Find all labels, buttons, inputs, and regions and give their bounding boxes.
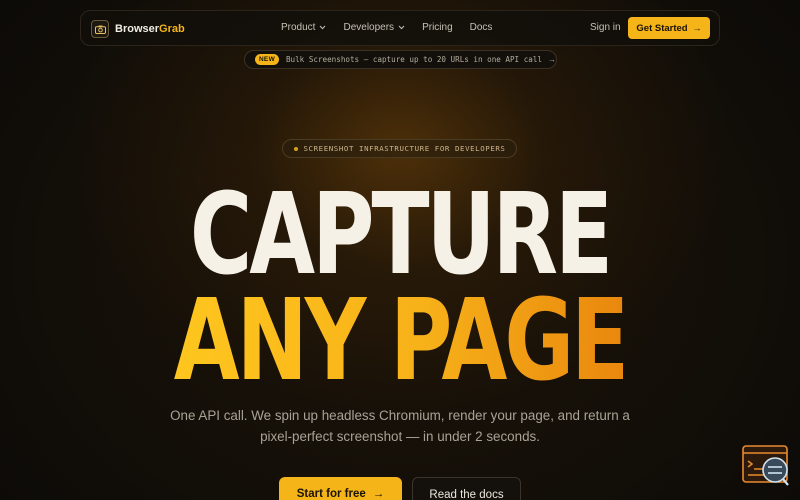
arrow-right-icon: → bbox=[372, 488, 385, 500]
start-for-free-label: Start for free bbox=[296, 488, 366, 500]
chevron-down-icon bbox=[398, 25, 405, 30]
nav-item-product[interactable]: Product bbox=[281, 22, 326, 33]
hero-headline-line2: ANY PAGE bbox=[173, 276, 630, 406]
nav-links: Product Developers Pricing Docs bbox=[281, 22, 492, 33]
chat-support-icon[interactable] bbox=[742, 445, 790, 487]
start-for-free-button[interactable]: Start for free → bbox=[279, 477, 402, 500]
read-the-docs-button[interactable]: Read the docs bbox=[412, 477, 521, 500]
get-started-label: Get Started bbox=[636, 22, 688, 34]
nav-item-docs[interactable]: Docs bbox=[470, 22, 493, 33]
arrow-right-icon: → bbox=[548, 55, 556, 64]
hero-subtitle: One API call. We spin up headless Chromi… bbox=[170, 408, 630, 444]
chevron-down-icon bbox=[320, 25, 326, 30]
brand-name: BrowserGrab bbox=[115, 23, 185, 35]
eyebrow-text: SCREENSHOT INFRASTRUCTURE FOR DEVELOPERS bbox=[303, 144, 506, 153]
get-started-button[interactable]: Get Started → bbox=[628, 17, 710, 39]
announcement-banner[interactable]: NEW Bulk Screenshots — capture up to 20 … bbox=[244, 50, 557, 69]
arrow-right-icon: → bbox=[692, 23, 702, 33]
camera-icon bbox=[91, 20, 109, 38]
hero-eyebrow-pill: SCREENSHOT INFRASTRUCTURE FOR DEVELOPERS bbox=[282, 139, 517, 158]
announcement-text: Bulk Screenshots — capture up to 20 URLs… bbox=[285, 55, 542, 64]
new-badge: NEW bbox=[255, 54, 279, 65]
brand-logo[interactable]: BrowserGrab bbox=[91, 19, 185, 39]
nav-item-developers[interactable]: Developers bbox=[343, 22, 405, 33]
nav-item-pricing[interactable]: Pricing bbox=[422, 22, 453, 33]
dot-icon bbox=[293, 146, 298, 151]
sign-in-link[interactable]: Sign in bbox=[590, 22, 621, 33]
top-navbar: BrowserGrab Product Developers Pricing D… bbox=[80, 10, 720, 46]
